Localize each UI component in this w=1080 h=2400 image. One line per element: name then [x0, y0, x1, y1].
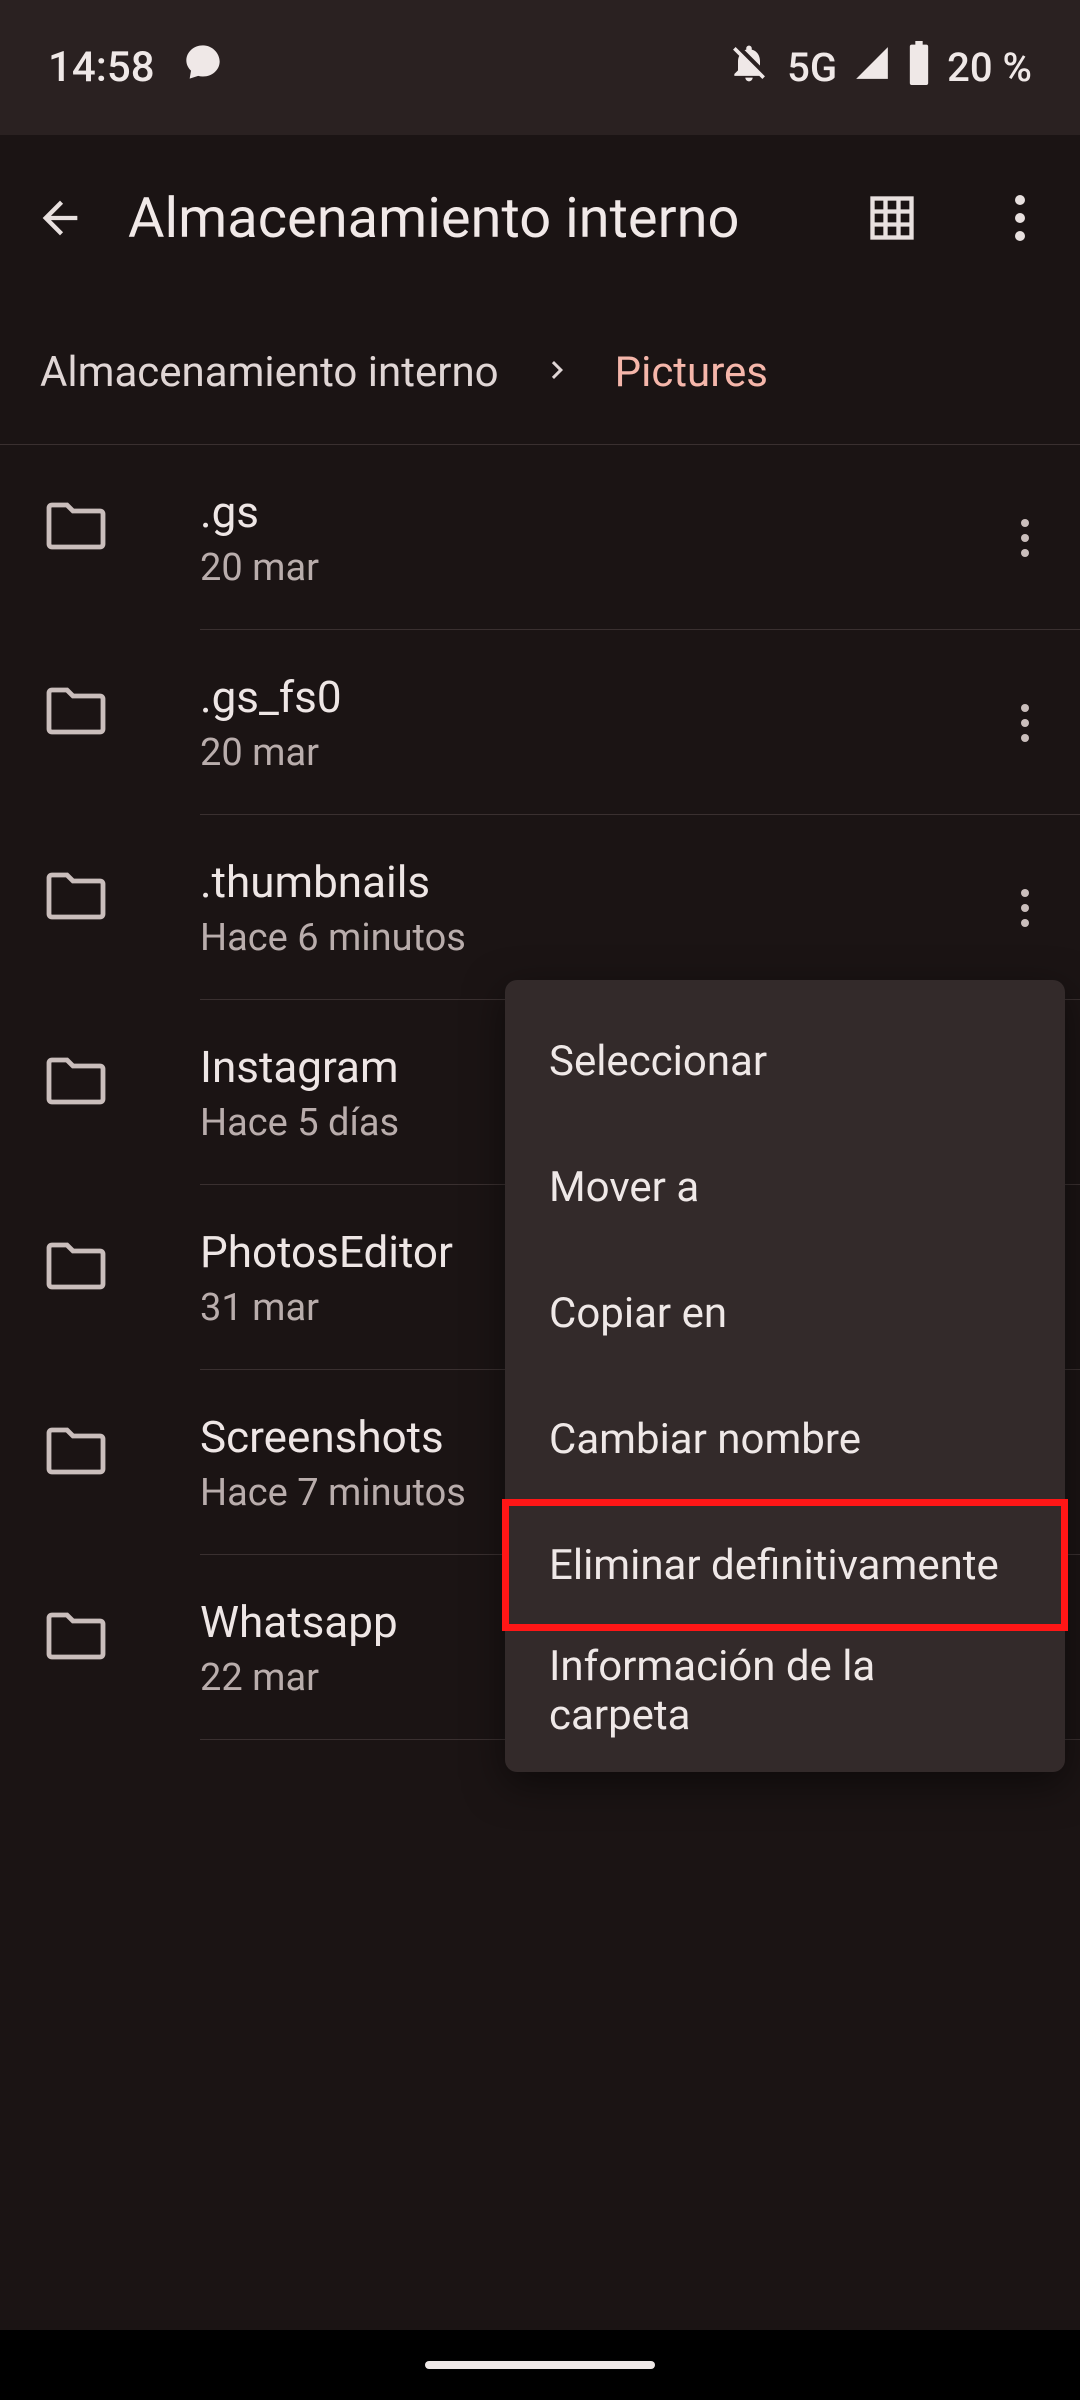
row-more-button[interactable]	[970, 630, 1080, 815]
menu-move[interactable]: Mover a	[505, 1124, 1065, 1250]
breadcrumb-current[interactable]: Pictures	[615, 348, 768, 397]
folder-icon	[40, 1600, 136, 1696]
chat-notification-icon	[183, 42, 223, 93]
page-title: Almacenamiento interno	[128, 185, 800, 251]
folder-icon	[40, 1045, 136, 1141]
file-date: 20 mar	[200, 546, 970, 590]
folder-icon	[40, 1230, 136, 1326]
file-date: 20 mar	[200, 731, 970, 775]
row-more-button[interactable]	[970, 815, 1080, 1000]
menu-delete[interactable]: Eliminar definitivamente	[505, 1502, 1065, 1628]
view-grid-button[interactable]	[856, 182, 928, 254]
app-bar: Almacenamiento interno	[0, 135, 1080, 300]
gesture-handle[interactable]	[425, 2361, 655, 2369]
status-time: 14:58	[48, 43, 155, 92]
breadcrumb: Almacenamiento interno Pictures	[0, 300, 1080, 445]
folder-icon	[40, 860, 136, 956]
status-bar: 14:58 5G 20 %	[0, 0, 1080, 135]
network-label: 5G	[787, 44, 837, 91]
list-item[interactable]: .thumbnails Hace 6 minutos	[0, 815, 1080, 1000]
chevron-right-icon	[539, 352, 575, 392]
file-name: .gs_fs0	[200, 671, 970, 723]
back-button[interactable]	[24, 182, 96, 254]
folder-icon	[40, 490, 136, 586]
battery-percent: 20 %	[947, 44, 1032, 91]
context-menu: Seleccionar Mover a Copiar en Cambiar no…	[505, 980, 1065, 1772]
more-options-button[interactable]	[984, 182, 1056, 254]
file-name: .thumbnails	[200, 856, 970, 908]
menu-select[interactable]: Seleccionar	[505, 998, 1065, 1124]
file-date: Hace 6 minutos	[200, 916, 970, 960]
menu-rename[interactable]: Cambiar nombre	[505, 1376, 1065, 1502]
list-item[interactable]: .gs 20 mar	[0, 445, 1080, 630]
row-more-button[interactable]	[970, 445, 1080, 630]
battery-icon	[907, 41, 931, 95]
file-name: .gs	[200, 486, 970, 538]
folder-icon	[40, 1415, 136, 1511]
navigation-bar	[0, 2330, 1080, 2400]
list-item[interactable]: .gs_fs0 20 mar	[0, 630, 1080, 815]
folder-icon	[40, 675, 136, 771]
menu-copy[interactable]: Copiar en	[505, 1250, 1065, 1376]
signal-icon	[853, 44, 891, 92]
breadcrumb-root[interactable]: Almacenamiento interno	[40, 348, 499, 397]
menu-info[interactable]: Información de la carpeta	[505, 1628, 1065, 1754]
mute-icon	[727, 41, 771, 95]
